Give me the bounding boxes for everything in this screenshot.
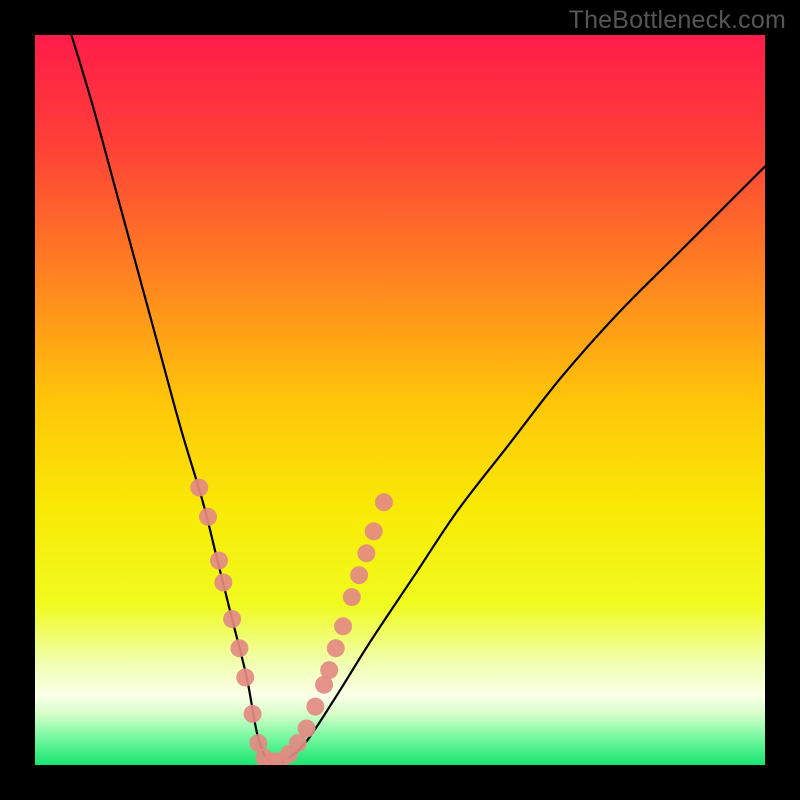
highlight-dot <box>327 639 345 657</box>
chart-container: TheBottleneck.com <box>0 0 800 800</box>
highlight-dot <box>350 566 368 584</box>
highlight-dot <box>298 720 316 738</box>
highlight-dot <box>320 661 338 679</box>
highlight-dot <box>199 508 217 526</box>
curve-layer <box>35 35 765 765</box>
highlight-dot <box>306 698 324 716</box>
highlight-dot <box>230 639 248 657</box>
watermark-text: TheBottleneck.com <box>569 6 786 35</box>
highlight-dot <box>375 493 393 511</box>
highlight-dot <box>236 668 254 686</box>
highlight-dot <box>357 544 375 562</box>
highlight-dot <box>210 552 228 570</box>
highlight-dots <box>190 479 393 765</box>
bottleneck-curve <box>72 35 766 764</box>
plot-area <box>35 35 765 765</box>
highlight-dot <box>334 617 352 635</box>
highlight-dot <box>365 522 383 540</box>
highlight-dot <box>190 479 208 497</box>
highlight-dot <box>343 588 361 606</box>
highlight-dot <box>223 610 241 628</box>
highlight-dot <box>214 574 232 592</box>
highlight-dot <box>244 705 262 723</box>
